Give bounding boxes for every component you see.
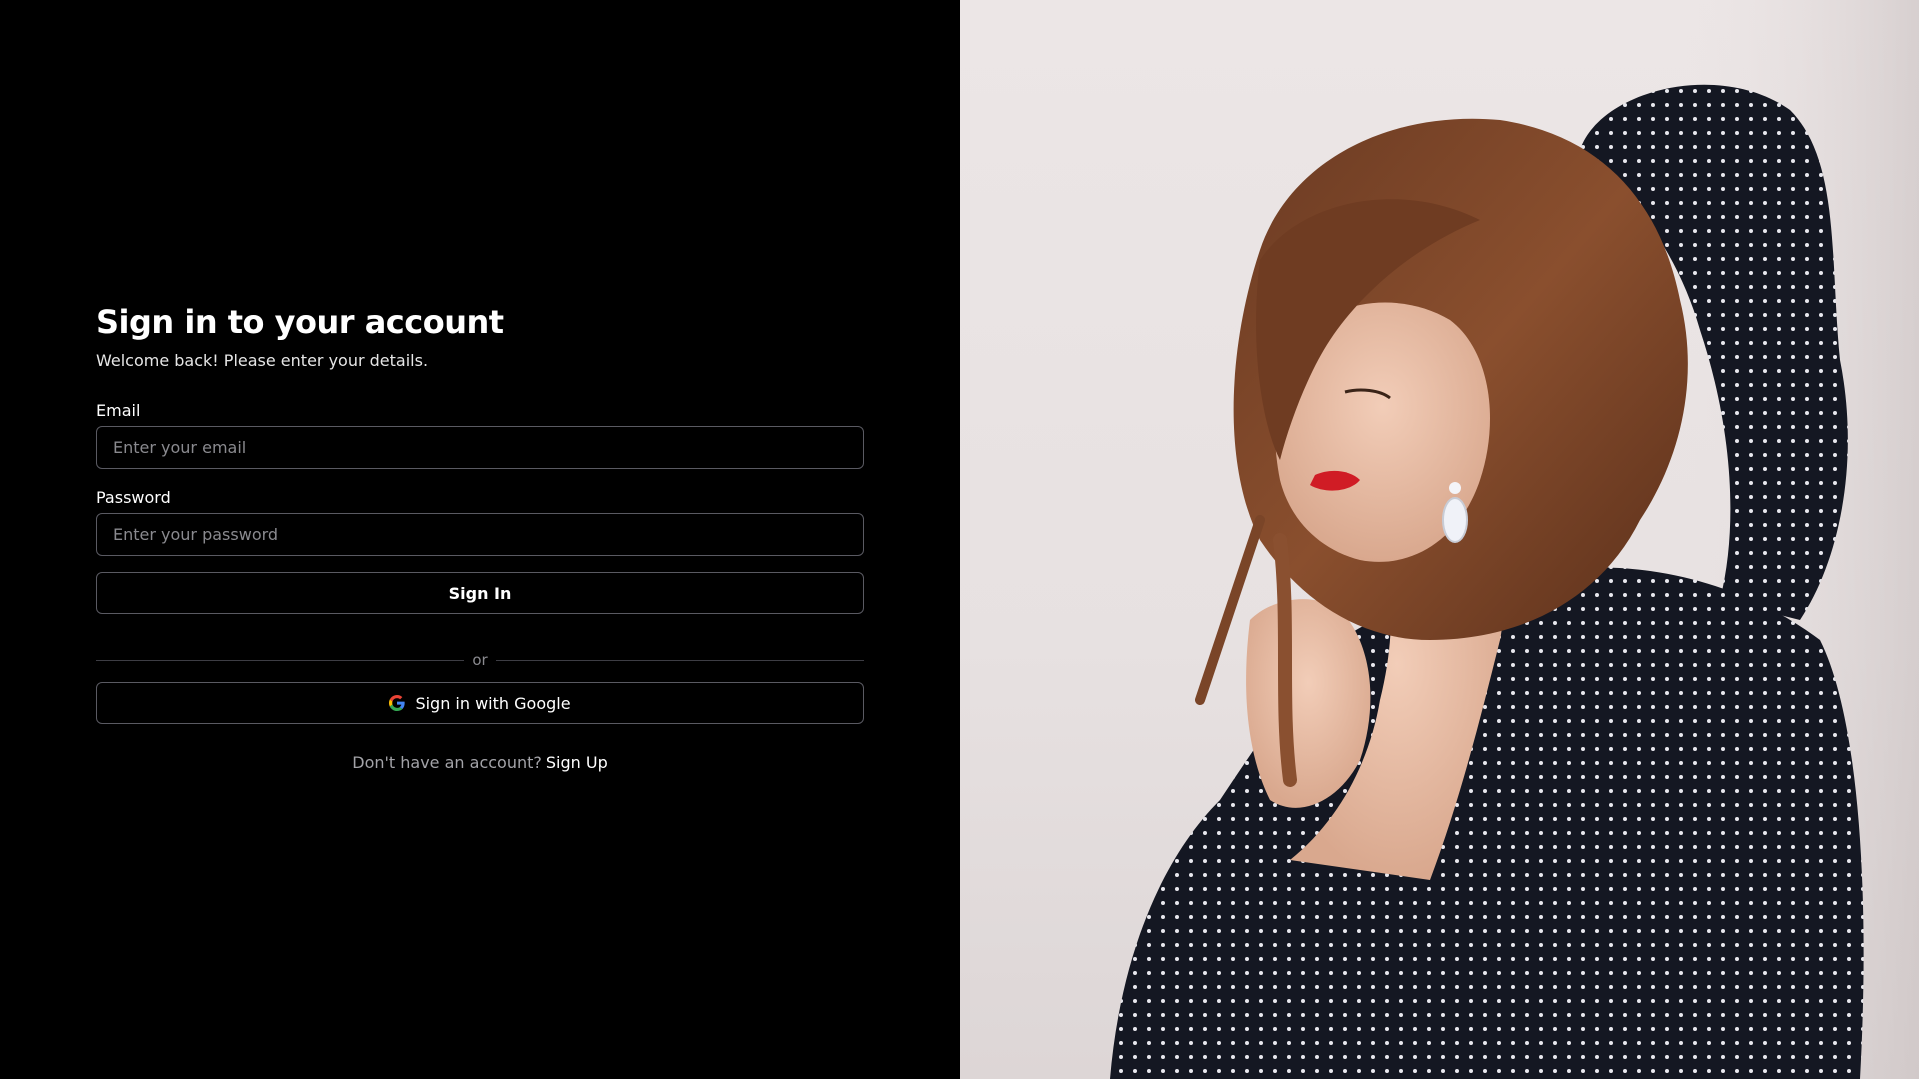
password-field[interactable]: [96, 513, 864, 556]
signup-row: Don't have an account? Sign Up: [96, 752, 864, 774]
email-field[interactable]: [96, 426, 864, 469]
hero-image: [960, 0, 1919, 1079]
model-photo: [1110, 0, 1919, 1079]
divider-line-left: [96, 659, 465, 661]
login-page: Sign in to your account Welcome back! Pl…: [0, 0, 1919, 1079]
signup-prompt: Don't have an account?: [352, 753, 542, 772]
page-subtitle: Welcome back! Please enter your details.: [96, 351, 429, 370]
login-form: Sign in to your account Welcome back! Pl…: [96, 300, 865, 774]
sign-up-link[interactable]: Sign Up: [546, 753, 608, 772]
email-label: Email: [96, 401, 141, 420]
google-icon: [389, 695, 406, 711]
google-sign-in-button[interactable]: Sign in with Google: [96, 682, 864, 724]
password-label: Password: [96, 488, 171, 507]
google-button-label: Sign in with Google: [415, 693, 571, 713]
login-panel: Sign in to your account Welcome back! Pl…: [0, 0, 960, 1079]
divider-line-right: [495, 659, 865, 661]
or-divider: or: [96, 650, 865, 670]
sign-in-button[interactable]: Sign In: [96, 572, 864, 614]
page-title: Sign in to your account: [96, 303, 504, 341]
divider-text: or: [472, 651, 488, 669]
